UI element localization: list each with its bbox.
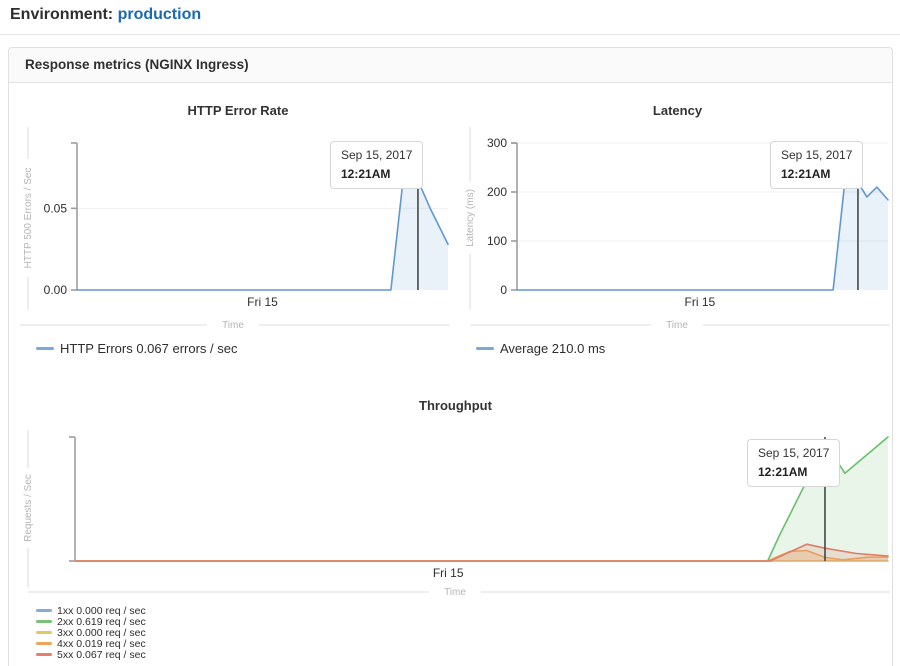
latency-chart-title: Latency xyxy=(462,103,893,118)
throughput-chart-title: Throughput xyxy=(18,398,893,413)
svg-text:300: 300 xyxy=(487,136,507,150)
panel-title: Response metrics (NGINX Ingress) xyxy=(9,48,892,83)
tooltip-time: 12:21AM xyxy=(758,465,829,479)
legend-item: 1xx 0.000 req / sec xyxy=(36,605,146,616)
latency-tooltip: Sep 15, 2017 12:21AM xyxy=(770,141,863,189)
legend-item: 5xx 0.067 req / sec xyxy=(36,649,146,660)
error-rate-chart-title: HTTP Error Rate xyxy=(18,103,458,118)
svg-text:0.05: 0.05 xyxy=(44,201,68,215)
tooltip-time: 12:21AM xyxy=(341,167,412,181)
svg-text:Time: Time xyxy=(444,587,466,598)
svg-text:Fri 15: Fri 15 xyxy=(247,295,278,309)
page-title: Environment: production xyxy=(10,6,201,24)
tooltip-date: Sep 15, 2017 xyxy=(758,446,829,460)
monitoring-dashboard: Environment: production Response metrics… xyxy=(0,0,900,666)
throughput-legend: 1xx 0.000 req / sec2xx 0.619 req / sec3x… xyxy=(36,605,146,660)
legend-item: Average 210.0 ms xyxy=(476,341,605,356)
legend-swatch-icon xyxy=(36,653,52,656)
tooltip-time: 12:21AM xyxy=(781,167,852,181)
legend-label: 5xx 0.067 req / sec xyxy=(57,649,146,661)
error-rate-tooltip: Sep 15, 2017 12:21AM xyxy=(330,141,423,189)
legend-item: 2xx 0.619 req / sec xyxy=(36,616,146,627)
svg-text:HTTP 500 Errors / Sec: HTTP 500 Errors / Sec xyxy=(23,168,34,269)
legend-swatch-icon xyxy=(36,631,52,634)
svg-text:Fri 15: Fri 15 xyxy=(685,295,716,309)
svg-text:Fri 15: Fri 15 xyxy=(433,566,464,580)
svg-text:Time: Time xyxy=(666,320,688,331)
legend-label: Average 210.0 ms xyxy=(500,341,605,356)
legend-swatch-icon xyxy=(36,620,52,623)
error-rate-chart: HTTP 500 Errors / Sec0.000.05Fri 15Time … xyxy=(18,120,458,345)
error-rate-legend: HTTP Errors 0.067 errors / sec xyxy=(36,341,237,356)
legend-item: HTTP Errors 0.067 errors / sec xyxy=(36,341,237,356)
legend-swatch-icon xyxy=(36,642,52,645)
latency-chart: Latency (ms) 0 100 200 300 Fri 15 Time Sep 15,… xyxy=(462,120,893,345)
legend-swatch-icon xyxy=(36,347,54,350)
divider xyxy=(0,34,900,35)
tooltip-date: Sep 15, 2017 xyxy=(341,148,412,162)
throughput-tooltip: Sep 15, 2017 12:21AM xyxy=(747,439,840,487)
legend-label: HTTP Errors 0.067 errors / sec xyxy=(60,341,237,356)
latency-legend: Average 210.0 ms xyxy=(476,341,605,356)
legend-swatch-icon xyxy=(476,347,494,350)
legend-swatch-icon xyxy=(36,609,52,612)
svg-text:0.00: 0.00 xyxy=(44,283,68,297)
svg-text:Latency (ms): Latency (ms) xyxy=(465,189,476,247)
environment-link[interactable]: production xyxy=(118,6,202,23)
legend-item: 3xx 0.000 req / sec xyxy=(36,627,146,638)
environment-label: Environment: xyxy=(10,6,113,23)
tooltip-date: Sep 15, 2017 xyxy=(781,148,852,162)
legend-item: 4xx 0.019 req / sec xyxy=(36,638,146,649)
svg-text:200: 200 xyxy=(487,185,507,199)
svg-text:Requests / Sec: Requests / Sec xyxy=(23,474,34,542)
throughput-chart: Requests / Sec Fri 15 Time Sep 15, 2017 12… xyxy=(18,428,893,598)
svg-text:0: 0 xyxy=(500,283,507,297)
svg-text:Time: Time xyxy=(222,320,244,331)
svg-text:100: 100 xyxy=(487,234,507,248)
